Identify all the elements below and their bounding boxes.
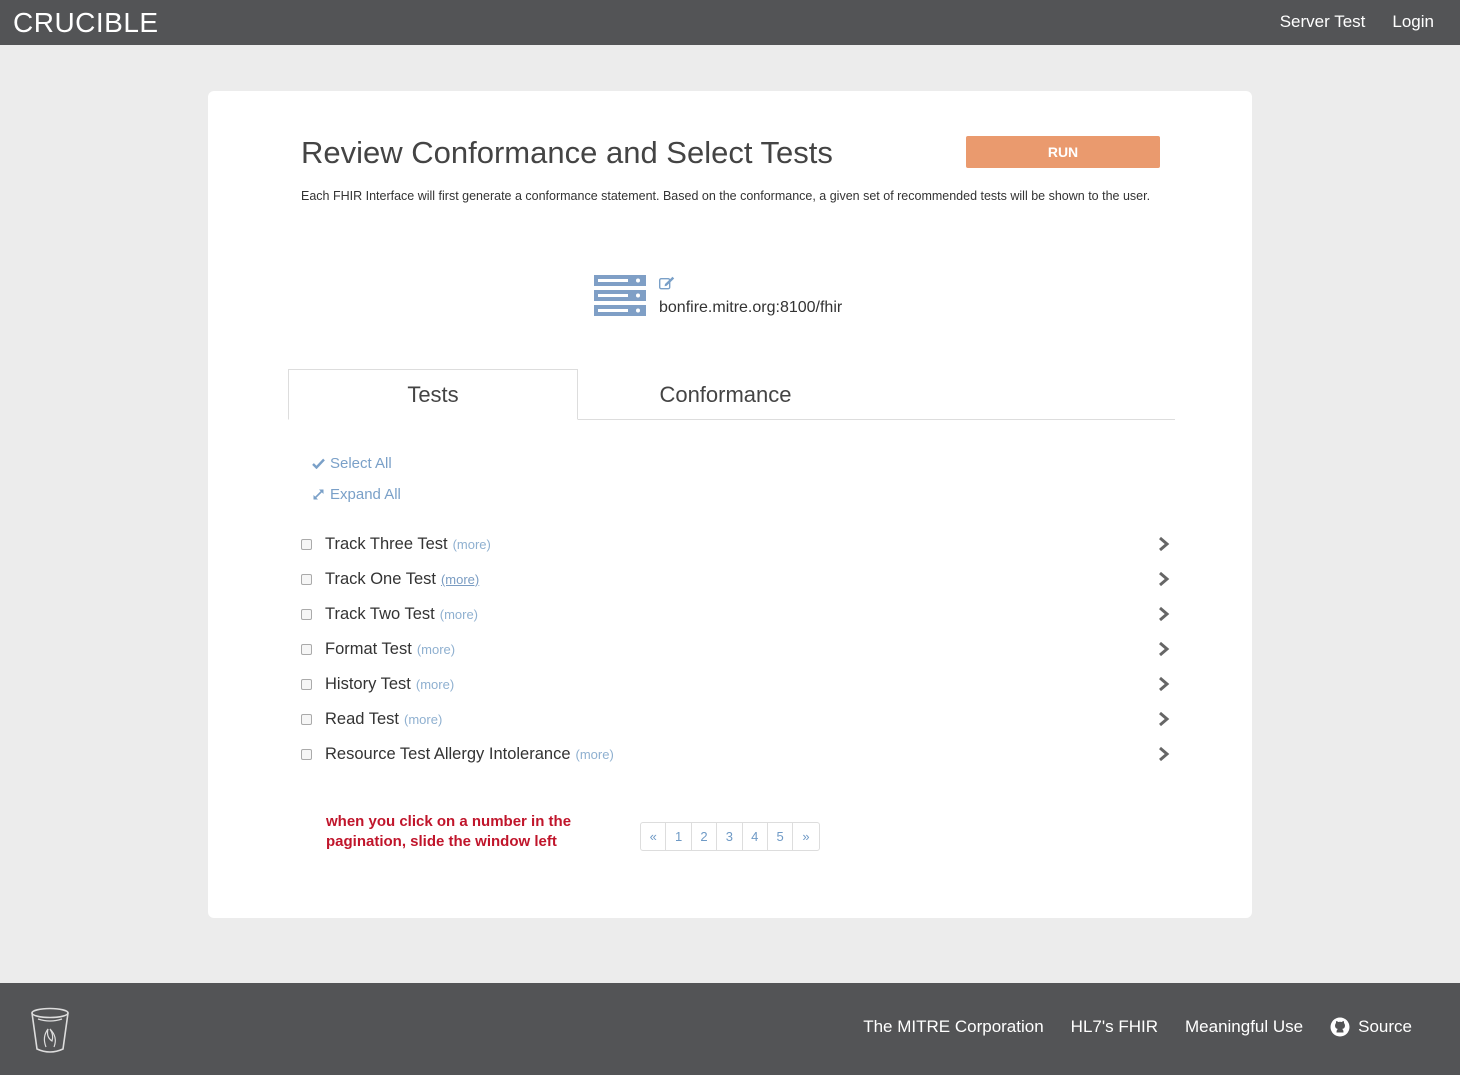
chevron-right-icon[interactable] xyxy=(1158,711,1170,727)
footer-hl7-fhir-link[interactable]: HL7's FHIR xyxy=(1071,1017,1158,1037)
test-row: Track One Test (more) xyxy=(300,562,1170,597)
test-checkbox[interactable] xyxy=(301,574,312,585)
pagination-page[interactable]: 1 xyxy=(666,823,692,850)
test-row: History Test (more) xyxy=(300,667,1170,702)
test-checkbox[interactable] xyxy=(301,644,312,655)
test-name: Format Test xyxy=(325,640,412,658)
server-url: bonfire.mitre.org:8100/fhir xyxy=(659,299,843,316)
test-name: Track Two Test xyxy=(325,605,435,623)
test-name: Track One Test xyxy=(325,570,436,588)
checkmark-icon xyxy=(312,458,325,469)
pagination-page[interactable]: 3 xyxy=(717,823,743,850)
test-name: Track Three Test xyxy=(325,535,448,553)
more-link[interactable]: (more) xyxy=(453,537,491,552)
test-checkbox[interactable] xyxy=(301,539,312,550)
test-row: Track Three Test (more) xyxy=(300,527,1170,562)
select-all-label: Select All xyxy=(330,455,392,472)
footer-source-link[interactable]: Source xyxy=(1330,1017,1412,1037)
server-icon xyxy=(594,275,646,316)
more-link[interactable]: (more) xyxy=(417,642,455,657)
page-title: Review Conformance and Select Tests xyxy=(301,135,833,170)
test-row: Track Two Test (more) xyxy=(300,597,1170,632)
test-checkbox[interactable] xyxy=(301,679,312,690)
footer-source-label: Source xyxy=(1358,1017,1412,1036)
test-row: Resource Test Allergy Intolerance (more) xyxy=(300,737,1170,772)
more-link[interactable]: (more) xyxy=(440,607,478,622)
test-checkbox[interactable] xyxy=(301,749,312,760)
footer: The MITRE Corporation HL7's FHIR Meaning… xyxy=(0,983,1460,1075)
github-icon xyxy=(1330,1017,1350,1037)
crucible-cup-logo-icon xyxy=(31,1007,69,1053)
nav-login-link[interactable]: Login xyxy=(1392,12,1434,32)
test-checkbox[interactable] xyxy=(301,714,312,725)
more-link[interactable]: (more) xyxy=(416,677,454,692)
chevron-right-icon[interactable] xyxy=(1158,746,1170,762)
footer-mitre-link[interactable]: The MITRE Corporation xyxy=(863,1017,1043,1037)
expand-all-label: Expand All xyxy=(330,486,401,503)
test-row: Read Test (more) xyxy=(300,702,1170,737)
pagination-next[interactable]: » xyxy=(793,823,818,850)
more-link[interactable]: (more) xyxy=(576,747,614,762)
test-checkbox[interactable] xyxy=(301,609,312,620)
test-row: Format Test (more) xyxy=(300,632,1170,667)
tab-tests[interactable]: Tests xyxy=(288,369,578,420)
main-card: Review Conformance and Select Tests RUN … xyxy=(208,91,1252,918)
chevron-right-icon[interactable] xyxy=(1158,641,1170,657)
top-nav: Server Test Login xyxy=(1280,12,1434,32)
pagination-page[interactable]: 5 xyxy=(768,823,794,850)
pagination-page[interactable]: 4 xyxy=(743,823,768,850)
select-all-link[interactable]: Select All xyxy=(312,455,392,472)
run-button[interactable]: RUN xyxy=(966,136,1160,168)
chevron-right-icon[interactable] xyxy=(1158,536,1170,552)
nav-server-test-link[interactable]: Server Test xyxy=(1280,12,1366,32)
tab-conformance[interactable]: Conformance xyxy=(578,369,873,420)
test-name: Read Test xyxy=(325,710,399,728)
page-description: Each FHIR Interface will first generate … xyxy=(301,189,1151,203)
pagination-page[interactable]: 2 xyxy=(692,823,718,850)
pagination: « 1 2 3 4 5 » xyxy=(640,822,820,851)
test-list: Track Three Test (more) Track One Test (… xyxy=(300,527,1170,772)
chevron-right-icon[interactable] xyxy=(1158,606,1170,622)
expand-all-link[interactable]: Expand All xyxy=(312,486,401,503)
chevron-right-icon[interactable] xyxy=(1158,676,1170,692)
test-name: Resource Test Allergy Intolerance xyxy=(325,745,571,763)
annotation-note: when you click on a number in the pagina… xyxy=(326,813,572,850)
edit-icon[interactable] xyxy=(659,276,675,290)
footer-links: The MITRE Corporation HL7's FHIR Meaning… xyxy=(863,1017,1412,1037)
test-name: History Test xyxy=(325,675,411,693)
chevron-right-icon[interactable] xyxy=(1158,571,1170,587)
top-navbar: CRUCIBLE Server Test Login xyxy=(0,0,1460,45)
expand-icon xyxy=(313,489,324,500)
pagination-prev[interactable]: « xyxy=(641,823,667,850)
brand-logo[interactable]: CRUCIBLE xyxy=(13,7,159,39)
more-link[interactable]: (more) xyxy=(404,712,442,727)
footer-meaningful-use-link[interactable]: Meaningful Use xyxy=(1185,1017,1303,1037)
more-link[interactable]: (more) xyxy=(441,572,479,587)
